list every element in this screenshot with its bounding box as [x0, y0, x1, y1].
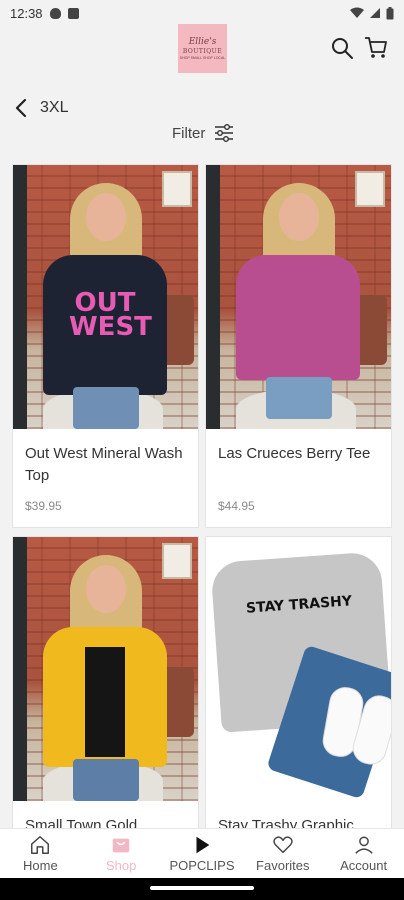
app-screen: 12:38 Ellie's BOUTIQUE SHOP SMALL SHOP L…: [0, 0, 404, 900]
collection-title: 3XL: [40, 99, 69, 116]
app-header: Ellie's BOUTIQUE SHOP SMALL SHOP LOCAL: [0, 22, 404, 78]
battery-icon: [386, 6, 394, 19]
home-gesture-bar[interactable]: [150, 886, 254, 890]
status-time: 12:38: [10, 5, 43, 21]
person-icon: [354, 836, 373, 854]
cart-icon[interactable]: [364, 36, 388, 60]
notification-icon: [67, 7, 79, 19]
product-image[interactable]: [13, 537, 198, 801]
nav-home[interactable]: Home: [0, 829, 81, 878]
wifi-icon: [350, 7, 364, 18]
product-image[interactable]: [206, 165, 391, 429]
product-title[interactable]: Out West Mineral Wash Top: [25, 443, 186, 487]
shirt-print-text: OUT WEST: [69, 288, 152, 342]
play-icon: [196, 836, 210, 854]
chevron-left-icon[interactable]: [14, 98, 28, 118]
filter-sliders-icon: [215, 124, 234, 142]
filter-label: Filter: [172, 124, 206, 142]
product-card[interactable]: OUT WEST Out West Mineral Wash Top $39.9…: [12, 164, 199, 528]
nav-home-label: Home: [23, 858, 58, 873]
product-title[interactable]: Las Crueces Berry Tee: [218, 443, 379, 465]
shop-icon: [112, 838, 130, 853]
nav-shop-label: Shop: [106, 858, 137, 873]
nav-popclips-label: POPCLIPS: [169, 858, 235, 873]
product-grid: OUT WEST Out West Mineral Wash Top $39.9…: [12, 164, 392, 900]
brand-logo[interactable]: Ellie's BOUTIQUE SHOP SMALL SHOP LOCAL: [178, 24, 227, 73]
filter-button[interactable]: Filter: [172, 120, 234, 146]
product-card[interactable]: Las Crueces Berry Tee $44.95: [205, 164, 392, 528]
signal-icon: [370, 8, 380, 18]
nav-favorites-label: Favorites: [256, 858, 310, 873]
nav-favorites[interactable]: Favorites: [242, 829, 323, 878]
heart-icon: [273, 836, 293, 854]
search-icon[interactable]: [330, 36, 354, 60]
nav-popclips[interactable]: POPCLIPS: [162, 829, 243, 878]
product-image[interactable]: STAY TRASHY: [206, 537, 391, 801]
nav-shop[interactable]: Shop: [81, 829, 162, 878]
nav-account-label: Account: [340, 858, 388, 873]
bottom-navigation: Home Shop POPCLIPS Favorites Account: [0, 828, 404, 878]
product-price: $44.95: [218, 499, 255, 513]
product-price: $39.95: [25, 499, 62, 513]
nav-account[interactable]: Account: [323, 829, 404, 878]
back-navigation[interactable]: 3XL: [14, 94, 68, 122]
product-image[interactable]: OUT WEST: [13, 165, 198, 429]
home-icon: [31, 836, 50, 854]
shield-icon: [49, 7, 61, 19]
